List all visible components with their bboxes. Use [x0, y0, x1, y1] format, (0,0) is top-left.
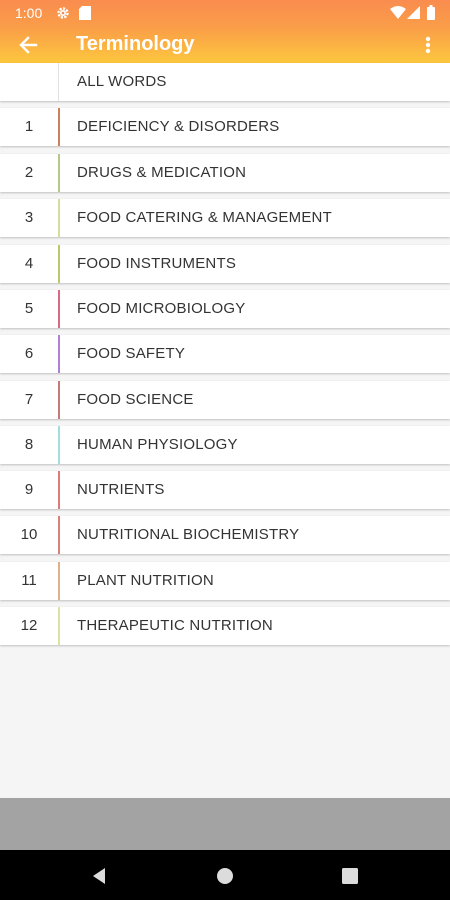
- list-item-number: 3: [24, 209, 34, 226]
- list-item-label: FOOD CATERING & MANAGEMENT: [77, 209, 332, 226]
- list-item[interactable]: 8 HUMAN PHYSIOLOGY: [0, 426, 450, 464]
- category-color-bar: [58, 562, 60, 600]
- list-item-label: FOOD INSTRUMENTS: [77, 255, 237, 272]
- nav-home-icon[interactable]: [213, 864, 237, 888]
- nav-recents-icon[interactable]: [338, 864, 362, 888]
- list-item[interactable]: 2 DRUGS & MEDICATION: [0, 154, 450, 192]
- list-item-number: 8: [24, 436, 34, 453]
- all-words-label: ALL WORDS: [77, 73, 167, 90]
- row-divider: [58, 63, 59, 101]
- list-item-label: DEFICIENCY & DISORDERS: [77, 118, 280, 135]
- list-item-label: DRUGS & MEDICATION: [77, 164, 247, 181]
- list-item-number: 1: [24, 118, 34, 135]
- category-color-bar: [58, 108, 60, 146]
- list-item-label: FOOD SCIENCE: [77, 391, 194, 408]
- settings-icon: [56, 6, 70, 25]
- bottom-banner-area: [0, 798, 450, 850]
- signal-icon: [407, 6, 420, 24]
- list-item-label: NUTRIENTS: [77, 481, 165, 498]
- list-item-label: FOOD SAFETY: [77, 345, 186, 362]
- list-item[interactable]: 10 NUTRITIONAL BIOCHEMISTRY: [0, 516, 450, 554]
- list-item-number: 12: [20, 617, 38, 634]
- category-color-bar: [58, 471, 60, 509]
- list-item-number: 11: [21, 572, 37, 589]
- category-color-bar: [58, 245, 60, 283]
- list-item-number: 7: [24, 391, 34, 408]
- list-item-number: 10: [20, 526, 38, 543]
- category-color-bar: [58, 335, 60, 373]
- category-color-bar: [58, 381, 60, 419]
- toolbar: Terminology: [0, 27, 450, 63]
- status-bar: 1:00: [0, 0, 450, 27]
- all-words-row[interactable]: ALL WORDS: [0, 63, 450, 101]
- app-bar: 1:00 Terminology: [0, 0, 450, 63]
- list-item-number: 2: [24, 164, 34, 181]
- list-item[interactable]: 7 FOOD SCIENCE: [0, 381, 450, 419]
- list-item-label: PLANT NUTRITION: [77, 572, 214, 589]
- category-color-bar: [58, 426, 60, 464]
- more-vert-icon[interactable]: [418, 31, 438, 59]
- list-item[interactable]: 12 THERAPEUTIC NUTRITION: [0, 607, 450, 645]
- list-item-label: NUTRITIONAL BIOCHEMISTRY: [77, 526, 300, 543]
- status-time: 1:00: [15, 5, 43, 21]
- wifi-icon: [390, 6, 406, 24]
- page-title: Terminology: [76, 33, 195, 55]
- list-item[interactable]: 11 PLANT NUTRITION: [0, 562, 450, 600]
- system-nav-bar: [0, 850, 450, 900]
- list-item-number: 5: [24, 300, 34, 317]
- list-item-number: 9: [24, 481, 34, 498]
- list-item[interactable]: 4 FOOD INSTRUMENTS: [0, 245, 450, 283]
- list-item-label: THERAPEUTIC NUTRITION: [77, 617, 273, 634]
- category-color-bar: [58, 199, 60, 237]
- category-color-bar: [58, 607, 60, 645]
- sd-card-icon: [79, 6, 91, 25]
- list-item[interactable]: 5 FOOD MICROBIOLOGY: [0, 290, 450, 328]
- list-item[interactable]: 3 FOOD CATERING & MANAGEMENT: [0, 199, 450, 237]
- list-item[interactable]: 9 NUTRIENTS: [0, 471, 450, 509]
- list-item-label: FOOD MICROBIOLOGY: [77, 300, 246, 317]
- list-item[interactable]: 1 DEFICIENCY & DISORDERS: [0, 108, 450, 146]
- arrow-back-icon[interactable]: [16, 32, 42, 58]
- battery-icon: [427, 5, 435, 25]
- category-color-bar: [58, 154, 60, 192]
- nav-back-icon[interactable]: [88, 864, 112, 888]
- category-color-bar: [58, 290, 60, 328]
- category-list: ALL WORDS 1 DEFICIENCY & DISORDERS 2 DRU…: [0, 63, 450, 798]
- list-item-label: HUMAN PHYSIOLOGY: [77, 436, 238, 453]
- list-item-number: 6: [24, 345, 34, 362]
- category-color-bar: [58, 516, 60, 554]
- list-item[interactable]: 6 FOOD SAFETY: [0, 335, 450, 373]
- list-item-number: 4: [24, 255, 34, 272]
